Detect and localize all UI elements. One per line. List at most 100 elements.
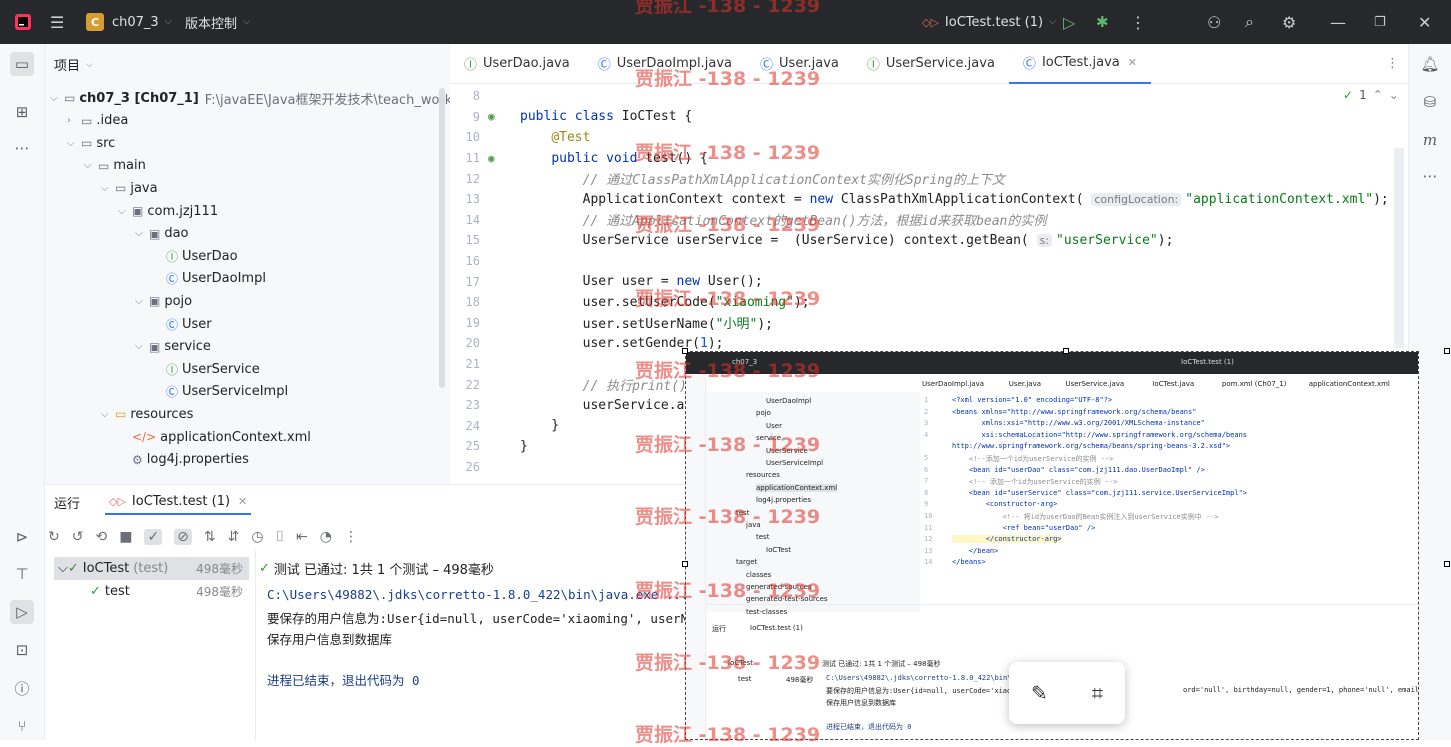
minimize-icon[interactable]: — <box>1330 0 1346 44</box>
main-menu-icon[interactable]: ☰ <box>50 0 64 44</box>
notifications-icon[interactable]: 🔔︎ <box>1418 52 1442 76</box>
test-tree-item[interactable]: ⌵ ✓ IoCTest (test) 498毫秒 <box>54 557 249 580</box>
overlay-tree-item[interactable]: pojo <box>756 409 771 417</box>
resize-handle[interactable] <box>1444 348 1450 354</box>
restore-icon[interactable]: ❐ <box>1374 0 1386 44</box>
terminal-tool-icon[interactable]: ⊡ <box>10 638 34 662</box>
close-icon[interactable]: ✕ <box>1128 56 1137 69</box>
git-tool-icon[interactable]: ⑂ <box>10 714 34 738</box>
tree-item[interactable]: ⌵ ▣ com.jzj111 <box>118 200 218 222</box>
import-icon[interactable]: ⇤ <box>296 529 308 545</box>
overlay-tab[interactable]: IoCTest.java <box>1152 380 1194 388</box>
overlay-tree-item[interactable]: resources <box>746 471 780 479</box>
chevron-down-icon[interactable]: ⌵ <box>84 160 98 171</box>
more-actions-icon[interactable]: ⋮ <box>1130 0 1146 44</box>
chevron-down-icon[interactable]: ⌵ <box>135 228 149 239</box>
tree-item[interactable]: Ⓘ UserDao <box>152 245 238 267</box>
database-icon[interactable]: ⛁ <box>1418 90 1442 114</box>
resize-handle[interactable] <box>682 348 688 354</box>
overlay-tree-item[interactable]: User <box>766 422 782 430</box>
add-user-icon[interactable]: ⚇ <box>1207 0 1221 44</box>
overlay-tab[interactable]: UserDaoImpl.java <box>922 380 984 388</box>
text-extract-icon[interactable]: ⌗ <box>1092 681 1103 705</box>
history-icon[interactable]: ◷ <box>251 529 263 545</box>
toggle-auto-test-icon[interactable]: ⟲ <box>95 529 107 545</box>
maven-icon[interactable]: m <box>1418 128 1442 152</box>
chevron-right-icon[interactable]: › <box>67 115 81 126</box>
overlay-tree-item[interactable]: applicationContext.xml <box>756 483 838 492</box>
overlay-tab[interactable]: User.java <box>1009 380 1041 388</box>
tree-item[interactable]: ⚙ log4j.properties <box>118 449 249 471</box>
settings-gear-icon[interactable]: ⚙ <box>1282 0 1296 44</box>
services-tool-icon[interactable]: ⊳ <box>10 525 34 549</box>
more-icon[interactable]: ⋮ <box>344 529 358 545</box>
tree-item[interactable]: ⌵ ▣ dao <box>135 223 189 245</box>
overlay-tab[interactable]: UserService.java <box>1066 380 1125 388</box>
vcs-menu[interactable]: 版本控制 ⌵ <box>185 0 250 44</box>
chevron-down-icon[interactable]: ⌵ <box>118 206 132 217</box>
overlay-tree-item[interactable]: UserServiceImpl <box>766 459 823 467</box>
more-tools-icon[interactable]: ⋯ <box>1418 164 1442 188</box>
console-output[interactable]: C:\Users\49882\.jdks\corretto-1.8.0_422\… <box>267 587 688 691</box>
chevron-down-icon[interactable]: ⌵ <box>101 409 115 420</box>
resize-handle[interactable] <box>1444 561 1450 567</box>
scrollbar[interactable] <box>1394 148 1404 348</box>
tab-userdao-java[interactable]: Ⓘ UserDao.java <box>450 44 584 84</box>
close-icon[interactable]: ✕ <box>1418 0 1431 44</box>
close-icon[interactable]: ✕ <box>238 495 247 508</box>
overlay-tree-item[interactable]: IoCTest <box>766 546 791 554</box>
tab-options-icon[interactable]: ⋮ <box>1386 56 1399 71</box>
problems-tool-icon[interactable]: ⓘ <box>10 676 34 700</box>
tree-item[interactable]: ⌵ ▣ service <box>135 336 211 358</box>
tree-item[interactable]: Ⓘ UserService <box>152 358 260 380</box>
rerun-failed-icon[interactable]: ↺ <box>72 529 84 545</box>
show-ignored-icon[interactable]: ⊘ <box>174 529 192 545</box>
test-tree-item[interactable]: ✓ test 498毫秒 <box>54 580 249 603</box>
build-tool-icon[interactable]: ⊤ <box>10 562 34 586</box>
tab-ioctest-java[interactable]: Ⓒ IoCTest.java ✕ <box>1008 44 1151 84</box>
project-selector[interactable]: C ch07_3 ⌵ <box>86 0 172 44</box>
run-gutter-icon[interactable]: ◉ <box>480 110 520 123</box>
tree-item[interactable]: </> applicationContext.xml <box>118 426 311 448</box>
structure-tool-icon[interactable]: ⊞ <box>10 100 34 124</box>
chevron-down-icon[interactable]: ⌵ <box>101 183 115 194</box>
resize-handle[interactable] <box>1063 348 1069 354</box>
tree-item[interactable]: ⌵ ▭ ch07_3 [Ch07_1] F:\javaEE\Java框架开发技术\te… <box>50 87 490 109</box>
debug-icon[interactable]: ✱ <box>1096 0 1109 44</box>
overlay-tab[interactable]: pom.xml (Ch07_1) <box>1222 380 1287 388</box>
overlay-tab[interactable]: applicationContext.xml <box>1309 380 1390 388</box>
sort-duration-icon[interactable]: ⇵ <box>228 529 240 545</box>
search-icon[interactable]: ⌕ <box>1245 0 1254 44</box>
chevron-down-icon[interactable]: ⌵ <box>135 296 149 307</box>
run-gutter-icon[interactable]: ◉ <box>480 152 520 165</box>
tree-item[interactable]: Ⓒ UserServiceImpl <box>152 381 288 403</box>
overlay-tree-item[interactable]: target <box>736 558 757 566</box>
rerun-icon[interactable]: ↻ <box>48 529 60 545</box>
chevron-down-icon[interactable]: ⌵ <box>58 561 68 576</box>
sort-icon[interactable]: ⇅ <box>204 529 216 545</box>
project-tool-icon[interactable]: ▭ <box>10 52 34 76</box>
tree-item[interactable]: › ▭ .idea <box>67 110 128 132</box>
splitter[interactable] <box>255 549 256 741</box>
screenshot-icon[interactable]: ⌷ <box>276 529 284 545</box>
tree-item[interactable]: Ⓒ UserDaoImpl <box>152 268 266 290</box>
edit-snip-icon[interactable]: ✎ <box>1031 681 1048 705</box>
chevron-down-icon[interactable]: ⌵ <box>67 138 81 149</box>
chevron-down-icon[interactable]: ⌵ <box>50 93 64 104</box>
coverage-icon[interactable]: ◔ <box>320 529 332 545</box>
show-passed-icon[interactable]: ✓ <box>144 529 163 545</box>
run-tool-icon[interactable]: ▷ <box>10 600 34 624</box>
scrollbar[interactable] <box>439 88 445 388</box>
overlay-tree-item[interactable]: test <box>756 533 769 541</box>
overlay-test-item[interactable]: test <box>738 675 751 683</box>
project-panel-header[interactable]: 项目 ⌵ <box>54 55 93 74</box>
stop-icon[interactable]: ■ <box>119 529 132 545</box>
tree-item[interactable]: Ⓒ User <box>152 313 212 335</box>
tree-item[interactable]: ⌵ ▭ main <box>84 155 146 177</box>
run-config-selector[interactable]: ◇▷ IoCTest.test (1) ⌵ <box>922 0 1056 44</box>
tree-item[interactable]: ⌵ ▭ resources <box>101 403 193 425</box>
run-tab[interactable]: ◇▷ IoCTest.test (1) ✕ <box>105 489 252 515</box>
chevron-down-icon[interactable]: ⌵ <box>135 341 149 352</box>
run-icon[interactable]: ▷ <box>1063 0 1075 44</box>
overlay-tree-item[interactable]: test-classes <box>746 608 787 616</box>
